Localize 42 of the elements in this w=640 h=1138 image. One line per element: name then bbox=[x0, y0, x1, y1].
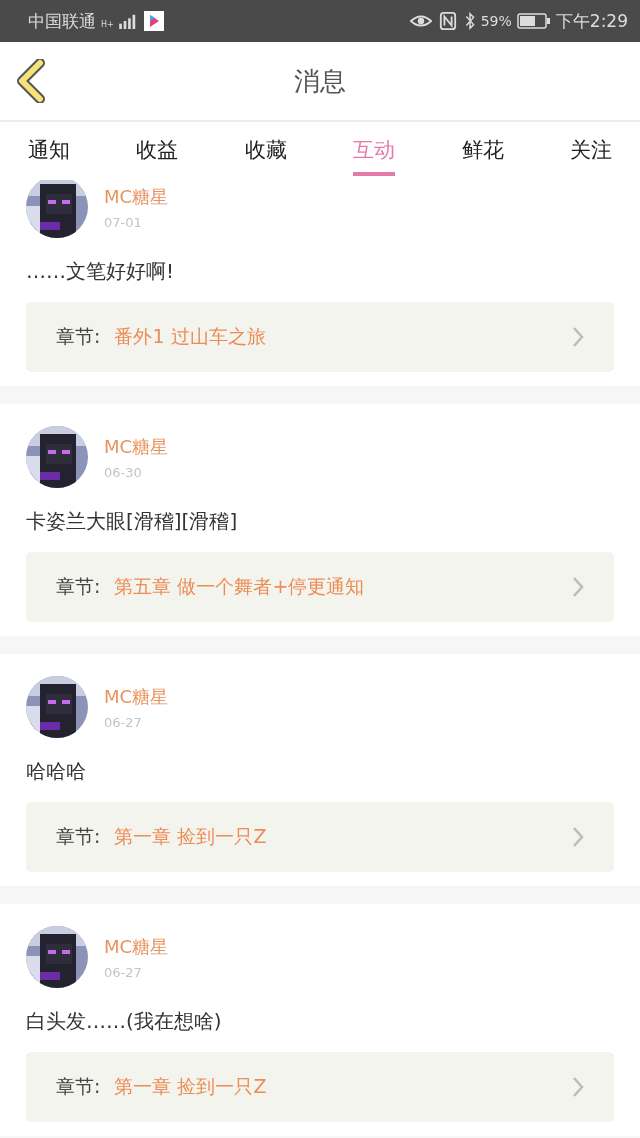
chapter-title: 第一章 捡到一只Z bbox=[114, 824, 268, 849]
chapter-title: 番外1 过山车之旅 bbox=[114, 324, 267, 349]
battery-icon bbox=[516, 12, 551, 30]
app-icon bbox=[143, 11, 164, 31]
comment-text: 哈哈哈 bbox=[26, 758, 87, 785]
message-date: 07-01 bbox=[104, 214, 143, 230]
network-type: H+ bbox=[101, 19, 114, 29]
clock: 下午2:29 bbox=[555, 9, 628, 33]
tab[interactable]: 通知 bbox=[28, 122, 70, 176]
message-date: 06-30 bbox=[104, 464, 143, 480]
chapter-title: 第一章 捡到一只Z bbox=[114, 1074, 268, 1099]
user-name: MC糖星 bbox=[104, 184, 170, 209]
chapter-label: 章节: bbox=[56, 1074, 101, 1099]
bluetooth-icon bbox=[463, 12, 476, 30]
message-date: 06-27 bbox=[104, 714, 143, 730]
chapter-link[interactable]: 章节: 第一章 捡到一只Z bbox=[26, 1052, 614, 1122]
chapter-label: 章节: bbox=[56, 824, 101, 849]
comment-text: 白头发……(我在想啥) bbox=[26, 1008, 223, 1035]
chapter-link[interactable]: 章节: 第五章 做一个舞者+停更通知 bbox=[26, 552, 614, 622]
chapter-link[interactable]: 章节: 第一章 捡到一只Z bbox=[26, 802, 614, 872]
tab[interactable]: 鲜花 bbox=[461, 122, 504, 176]
chapter-title: 第五章 做一个舞者+停更通知 bbox=[114, 574, 366, 599]
tab[interactable]: 收益 bbox=[136, 122, 179, 176]
chapter-link[interactable]: 章节: 番外1 过山车之旅 bbox=[26, 302, 614, 372]
page-title: 消息 bbox=[294, 64, 346, 98]
tab[interactable]: 收藏 bbox=[244, 122, 287, 176]
chapter-label: 章节: bbox=[56, 324, 101, 349]
tab[interactable]: 关注 bbox=[569, 122, 612, 176]
chevron-right-icon bbox=[572, 826, 584, 848]
chapter-label: 章节: bbox=[56, 574, 101, 599]
user-name: MC糖星 bbox=[104, 434, 170, 459]
message-date: 06-27 bbox=[104, 964, 143, 980]
carrier-name: 中国联通 bbox=[28, 9, 96, 33]
back-button[interactable] bbox=[16, 59, 46, 103]
comment-text: 卡姿兰大眼[滑稽][滑稽] bbox=[26, 508, 239, 535]
battery-percent: 59% bbox=[480, 13, 512, 29]
user-name: MC糖星 bbox=[104, 684, 170, 709]
chevron-right-icon bbox=[572, 326, 584, 348]
comment-text: ……文笔好好啊! bbox=[26, 258, 176, 285]
user-name: MC糖星 bbox=[104, 934, 170, 959]
chevron-right-icon bbox=[572, 576, 584, 598]
chevron-right-icon bbox=[572, 1076, 584, 1098]
